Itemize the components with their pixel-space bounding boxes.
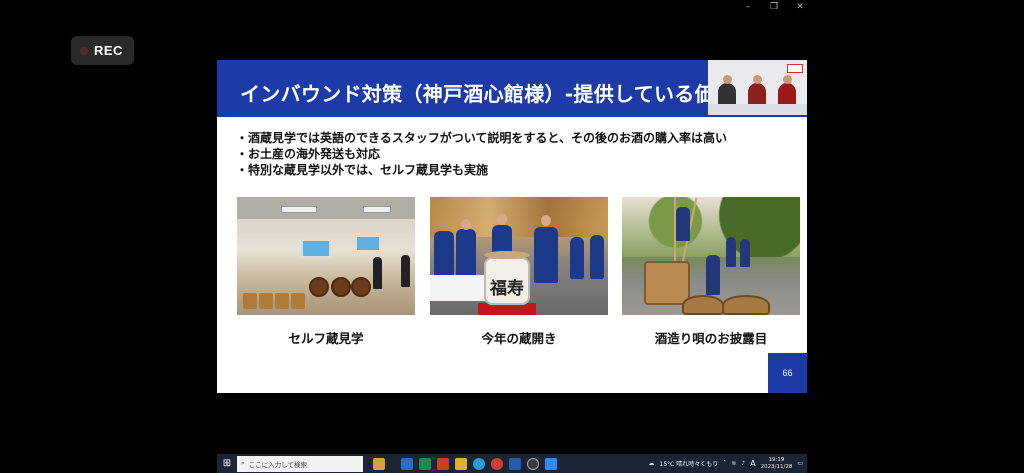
search-placeholder: ここに入力して検索: [248, 460, 307, 469]
visitor: [401, 255, 410, 287]
webcam-desk: [708, 104, 807, 115]
display-screen: [301, 239, 331, 258]
ceiling-unit: [363, 206, 391, 213]
record-icon: [80, 46, 88, 55]
media-player-icon[interactable]: [527, 457, 539, 470]
folder-icon[interactable]: [455, 457, 467, 470]
attendee: [570, 237, 584, 279]
wooden-tub: [682, 295, 724, 315]
briefcase-icon[interactable]: [373, 457, 385, 470]
wooden-tub: [275, 293, 289, 309]
slide-title: インバウンド対策（神戸酒心館様）-提供している価: [240, 82, 715, 106]
clock-date: 2023/11/28: [760, 463, 793, 470]
large-wooden-tub: [644, 261, 690, 305]
excel-icon[interactable]: [419, 457, 431, 470]
worker: [706, 255, 720, 295]
rec-label: REC: [94, 43, 123, 58]
clock[interactable]: 19:19 2023/11/28: [761, 457, 793, 471]
photo-caption: 酒造り唄のお披露目: [654, 331, 768, 346]
volume-icon[interactable]: ♪: [741, 460, 745, 467]
windows-start-icon[interactable]: ⊞: [217, 454, 237, 473]
attendee: [590, 235, 604, 279]
outlook-icon[interactable]: [401, 457, 413, 470]
wooden-tub: [243, 293, 257, 309]
barrel-label: 福寿: [490, 279, 524, 299]
window-controls: – ❐ ✕: [742, 2, 806, 12]
webcam-thumbnail[interactable]: [708, 60, 807, 115]
minimize-button[interactable]: –: [742, 2, 754, 12]
photo-caption: セルフ蔵見学: [288, 331, 364, 346]
white-table: [430, 275, 490, 301]
bullet-list: 酒蔵見学では英語のできるスタッフがついて説明をすると、その後のお酒の購入率は高い…: [236, 130, 727, 178]
brewing-photo: [622, 197, 800, 315]
garden-trees: [622, 197, 800, 257]
wooden-tub: [259, 293, 273, 309]
barrel: [309, 277, 329, 297]
taskbar-apps: [373, 457, 557, 470]
bullet-item: お土産の海外発送も対応: [236, 146, 727, 162]
attendee-face: [541, 215, 551, 226]
close-button[interactable]: ✕: [794, 2, 806, 12]
bullet-item: 酒蔵見学では英語のできるスタッフがついて説明をすると、その後のお酒の購入率は高い: [236, 130, 727, 146]
speaker-face: [497, 214, 507, 225]
photo-caption: 今年の蔵開き: [481, 331, 557, 346]
participant-head: [753, 75, 762, 84]
rec-badge[interactable]: REC: [71, 36, 134, 65]
worker: [726, 237, 736, 267]
taskbar: ⊞ ⌕ ここに入力して検索 ☁ 15°C 晴れ時々くもり ˄ ≋ ♪ A 19:…: [217, 454, 807, 473]
wooden-tub: [722, 295, 770, 315]
wifi-icon[interactable]: ≋: [731, 460, 736, 467]
notification-icon[interactable]: ▭: [797, 460, 803, 467]
worker: [740, 239, 750, 267]
participant-head: [723, 75, 732, 84]
presentation-slide: インバウンド対策（神戸酒心館様）-提供している価 酒蔵見学では英語のできるスタッ…: [217, 60, 807, 393]
edge-icon[interactable]: [473, 457, 485, 470]
worker: [676, 207, 690, 241]
search-icon: ⌕: [241, 459, 245, 467]
chevron-up-icon[interactable]: ˄: [723, 460, 726, 467]
barrel: [331, 277, 351, 297]
chrome-icon[interactable]: [491, 457, 503, 470]
ceiling-unit: [281, 206, 317, 213]
attendee-face: [461, 219, 471, 230]
zoom-icon[interactable]: [545, 457, 557, 470]
name-sign: [787, 64, 803, 73]
restore-button[interactable]: ❐: [768, 2, 780, 12]
page-number: 66: [768, 353, 807, 393]
taskbar-search[interactable]: ⌕ ここに入力して検索: [237, 455, 363, 472]
wooden-tub: [291, 293, 305, 309]
bullet-item: 特別な蔵見学以外では、セルフ蔵見学も実施: [236, 162, 727, 178]
ceremony-photo: 福寿: [430, 197, 608, 315]
barrel: [351, 277, 371, 297]
ime-indicator[interactable]: A: [750, 459, 755, 468]
word-icon[interactable]: [509, 457, 521, 470]
powerpoint-icon[interactable]: [437, 457, 449, 470]
weather-text[interactable]: 15°C 晴れ時々くもり: [660, 459, 719, 468]
interior-photo: [237, 197, 415, 315]
sake-barrel-lid: [484, 251, 530, 259]
screen: – ❐ ✕ REC インバウンド対策（神戸酒心館様）-提供している価 酒蔵見学で…: [0, 0, 1024, 473]
weather-icon: ☁: [648, 460, 655, 467]
display-screen: [355, 235, 381, 252]
participant-head: [783, 75, 792, 84]
clock-time: 19:19: [768, 456, 785, 463]
attendee: [534, 227, 558, 283]
visitor: [373, 257, 382, 289]
system-tray: ☁ 15°C 晴れ時々くもり ˄ ≋ ♪ A 19:19 2023/11/28 …: [649, 454, 803, 473]
